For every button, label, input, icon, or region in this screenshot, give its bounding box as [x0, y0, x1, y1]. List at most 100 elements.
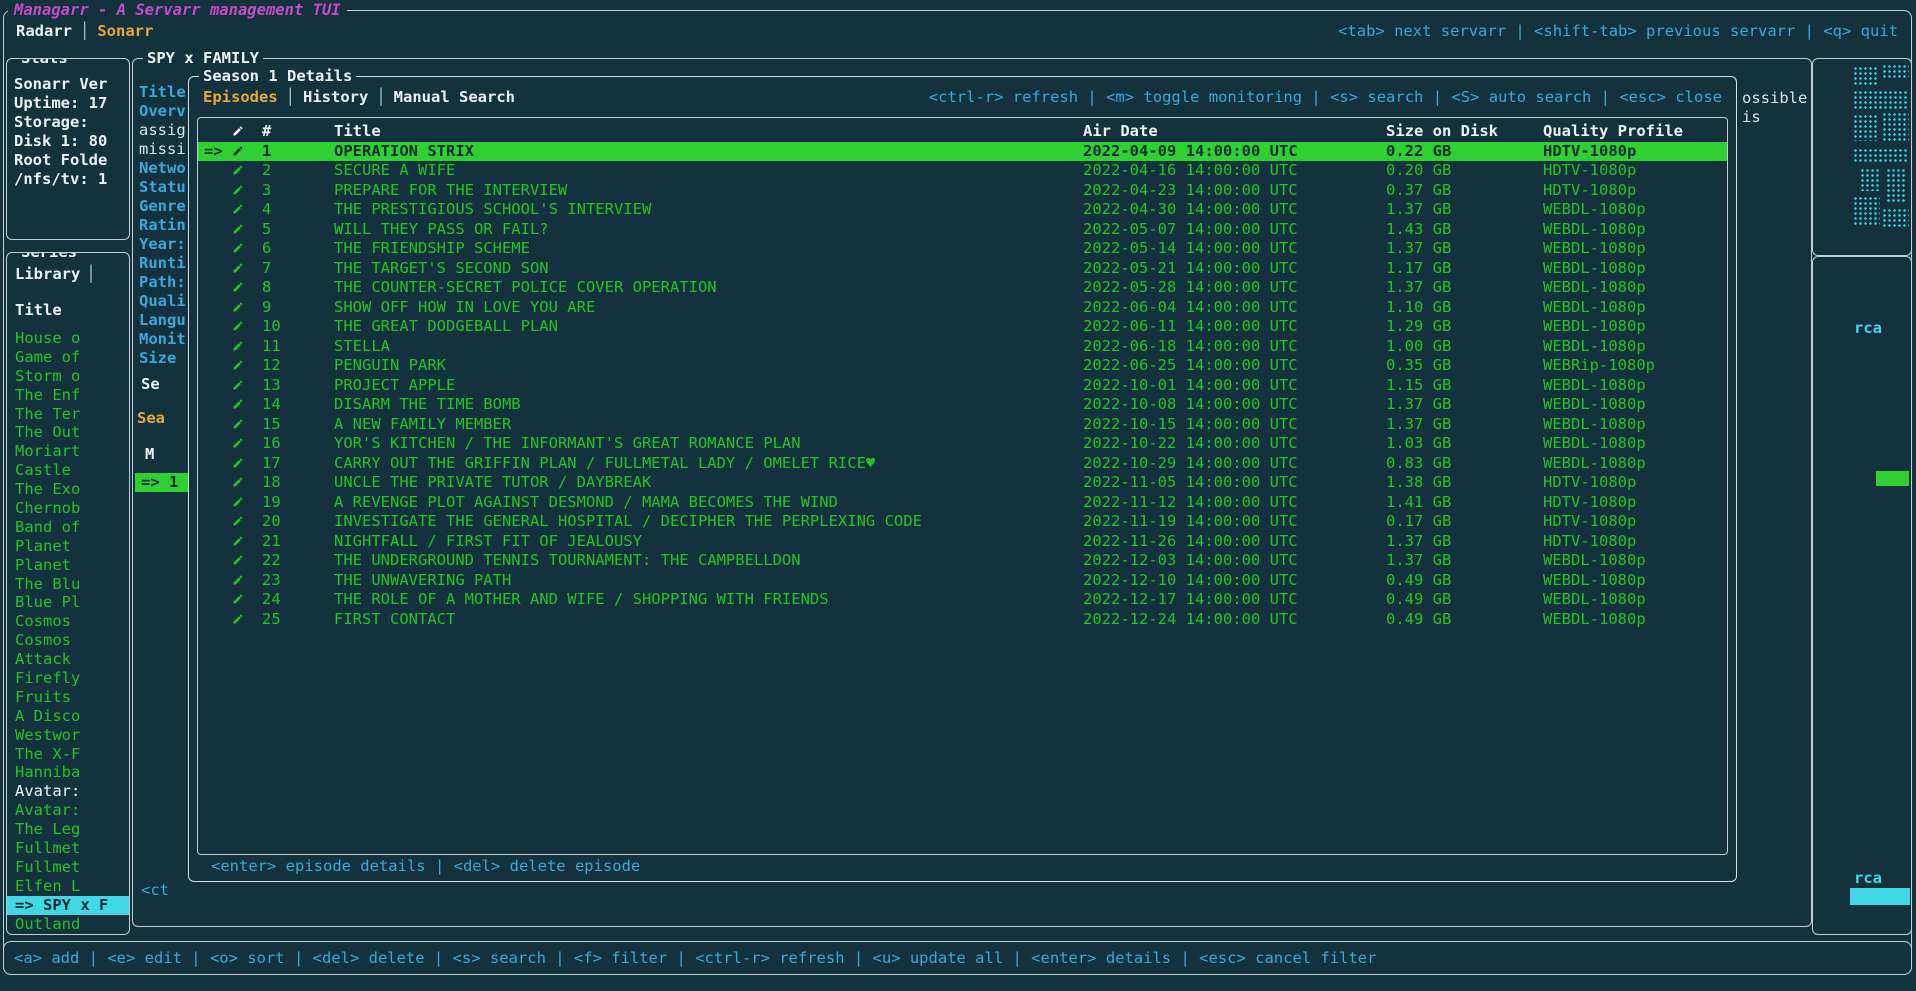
episode-number: 15	[256, 415, 328, 435]
episode-size: 1.37 GB	[1380, 395, 1537, 415]
episode-row[interactable]: 12 PENGUIN PARK 2022-06-25 14:00:00 UTC …	[198, 356, 1727, 376]
series-item[interactable]: Avatar:	[7, 801, 129, 820]
series-item[interactable]: The Out	[7, 423, 129, 442]
series-item[interactable]: The X-F	[7, 745, 129, 764]
series-item[interactable]: Fruits	[7, 688, 129, 707]
episode-air-date: 2022-11-12 14:00:00 UTC	[1077, 493, 1380, 513]
episode-row[interactable]: 9 SHOW OFF HOW IN LOVE YOU ARE 2022-06-0…	[198, 298, 1727, 318]
episode-row[interactable]: 7 THE TARGET'S SECOND SON 2022-05-21 14:…	[198, 259, 1727, 279]
episode-number: 9	[256, 298, 328, 318]
series-item[interactable]: Attack	[7, 650, 129, 669]
series-item[interactable]: Moriart	[7, 442, 129, 461]
episode-quality: HDTV-1080p	[1537, 181, 1727, 201]
series-item[interactable]: Fullmet	[7, 858, 129, 877]
series-item[interactable]: Hanniba	[7, 763, 129, 782]
stats-line: Storage:	[14, 113, 129, 132]
detail-field-fragment: Size	[139, 349, 189, 368]
tab-manual-search[interactable]: Manual Search	[394, 88, 515, 106]
poster-art-block	[1854, 149, 1908, 163]
series-item[interactable]: Game of	[7, 348, 129, 367]
detail-field-fragment: Path:	[139, 273, 189, 292]
episode-number: 24	[256, 590, 328, 610]
episode-row[interactable]: 23 THE UNWAVERING PATH 2022-12-10 14:00:…	[198, 571, 1727, 591]
series-item[interactable]: Castle	[7, 461, 129, 480]
series-item[interactable]: Cosmos	[7, 612, 129, 631]
series-item[interactable]: Band of	[7, 518, 129, 537]
episode-row[interactable]: 6 THE FRIENDSHIP SCHEME 2022-05-14 14:00…	[198, 239, 1727, 259]
series-item[interactable]: Cosmos	[7, 631, 129, 650]
series-item[interactable]: A Disco	[7, 707, 129, 726]
episode-number: 12	[256, 356, 328, 376]
series-column-header: Title	[15, 301, 129, 320]
episode-row[interactable]: 18 UNCLE THE PRIVATE TUTOR / DAYBREAK 20…	[198, 473, 1727, 493]
modal-tabs: Episodes│History│Manual Search	[203, 88, 523, 107]
episode-row[interactable]: 5 WILL THEY PASS OR FAIL? 2022-05-07 14:…	[198, 220, 1727, 240]
poster-art-block	[1883, 209, 1909, 227]
episode-row[interactable]: 22 THE UNDERGROUND TENNIS TOURNAMENT: TH…	[198, 551, 1727, 571]
episode-air-date: 2022-05-07 14:00:00 UTC	[1077, 220, 1380, 240]
episode-row[interactable]: 11 STELLA 2022-06-18 14:00:00 UTC 1.00 G…	[198, 337, 1727, 357]
series-item[interactable]: Storm o	[7, 367, 129, 386]
episode-row[interactable]: 19 A REVENGE PLOT AGAINST DESMOND / MAMA…	[198, 493, 1727, 513]
episode-number: 23	[256, 571, 328, 591]
episode-quality: HDTV-1080p	[1537, 161, 1727, 181]
episode-row[interactable]: 8 THE COUNTER-SECRET POLICE COVER OPERAT…	[198, 278, 1727, 298]
series-item[interactable]: The Leg	[7, 820, 129, 839]
episode-row[interactable]: 14 DISARM THE TIME BOMB 2022-10-08 14:00…	[198, 395, 1727, 415]
episode-row[interactable]: 15 A NEW FAMILY MEMBER 2022-10-15 14:00:…	[198, 415, 1727, 435]
episode-row[interactable]: 20 INVESTIGATE THE GENERAL HOSPITAL / DE…	[198, 512, 1727, 532]
tab-history[interactable]: History	[303, 88, 368, 106]
episode-number: 2	[256, 161, 328, 181]
series-item[interactable]: Planet	[7, 556, 129, 575]
episode-size: 1.10 GB	[1380, 298, 1537, 318]
episode-title: YOR'S KITCHEN / THE INFORMANT'S GREAT RO…	[328, 434, 1077, 454]
episode-air-date: 2022-10-08 14:00:00 UTC	[1077, 395, 1380, 415]
episode-air-date: 2022-06-18 14:00:00 UTC	[1077, 337, 1380, 357]
detail-field-fragments: TitleOvervassigmissiNetwoStatuGenreRatin…	[139, 83, 189, 368]
episode-row[interactable]: 17 CARRY OUT THE GRIFFIN PLAN / FULLMETA…	[198, 454, 1727, 474]
episode-title: THE UNDERGROUND TENNIS TOURNAMENT: THE C…	[328, 551, 1077, 571]
series-item[interactable]: Planet	[7, 537, 129, 556]
series-item[interactable]: => SPY x F	[7, 896, 129, 915]
series-item[interactable]: Chernob	[7, 499, 129, 518]
series-item[interactable]: Avatar:	[7, 782, 129, 801]
tab-library[interactable]: Library	[15, 265, 80, 283]
series-item[interactable]: Outland	[7, 915, 129, 934]
episode-row[interactable]: => 1 OPERATION STRIX 2022-04-09 14:00:00…	[198, 142, 1727, 162]
episode-quality: WEBRip-1080p	[1537, 356, 1727, 376]
episode-row[interactable]: 13 PROJECT APPLE 2022-10-01 14:00:00 UTC…	[198, 376, 1727, 396]
series-item[interactable]: The Ter	[7, 405, 129, 424]
episode-size: 1.17 GB	[1380, 259, 1537, 279]
series-item[interactable]: Blue Pl	[7, 593, 129, 612]
app-screen: Managarr - A Servarr management TUI Rada…	[0, 0, 1916, 991]
series-item[interactable]: Fullmet	[7, 839, 129, 858]
episode-row[interactable]: 25 FIRST CONTACT 2022-12-24 14:00:00 UTC…	[198, 610, 1727, 630]
tab-episodes[interactable]: Episodes	[203, 88, 278, 106]
overview-text-fragment: is	[1742, 108, 1761, 127]
tab-radarr[interactable]: Radarr	[16, 22, 72, 40]
episode-row[interactable]: 16 YOR'S KITCHEN / THE INFORMANT'S GREAT…	[198, 434, 1727, 454]
episode-row[interactable]: 21 NIGHTFALL / FIRST FIT OF JEALOUSY 202…	[198, 532, 1727, 552]
episode-row[interactable]: 2 SECURE A WIFE 2022-04-16 14:00:00 UTC …	[198, 161, 1727, 181]
episode-row[interactable]: 3 PREPARE FOR THE INTERVIEW 2022-04-23 1…	[198, 181, 1727, 201]
pencil-icon	[226, 415, 256, 435]
series-item[interactable]: The Exo	[7, 480, 129, 499]
series-item[interactable]: Elfen L	[7, 877, 129, 896]
stats-line: Root Folde	[14, 151, 129, 170]
series-list: House oGame ofStorm oThe EnfThe TerThe O…	[7, 329, 129, 934]
episode-row[interactable]: 4 THE PRESTIGIOUS SCHOOL'S INTERVIEW 202…	[198, 200, 1727, 220]
pencil-icon	[226, 454, 256, 474]
episode-row[interactable]: 10 THE GREAT DODGEBALL PLAN 2022-06-11 1…	[198, 317, 1727, 337]
episode-title: DISARM THE TIME BOMB	[328, 395, 1077, 415]
episode-row[interactable]: 24 THE ROLE OF A MOTHER AND WIFE / SHOPP…	[198, 590, 1727, 610]
series-item[interactable]: The Enf	[7, 386, 129, 405]
episode-size: 1.03 GB	[1380, 434, 1537, 454]
series-tab-separator: │	[86, 265, 95, 283]
tab-sonarr[interactable]: Sonarr	[97, 22, 153, 40]
episode-title: PREPARE FOR THE INTERVIEW	[328, 181, 1077, 201]
series-item[interactable]: The Blu	[7, 575, 129, 594]
series-item[interactable]: House o	[7, 329, 129, 348]
pencil-icon	[226, 590, 256, 610]
series-item[interactable]: Firefly	[7, 669, 129, 688]
series-item[interactable]: Westwor	[7, 726, 129, 745]
